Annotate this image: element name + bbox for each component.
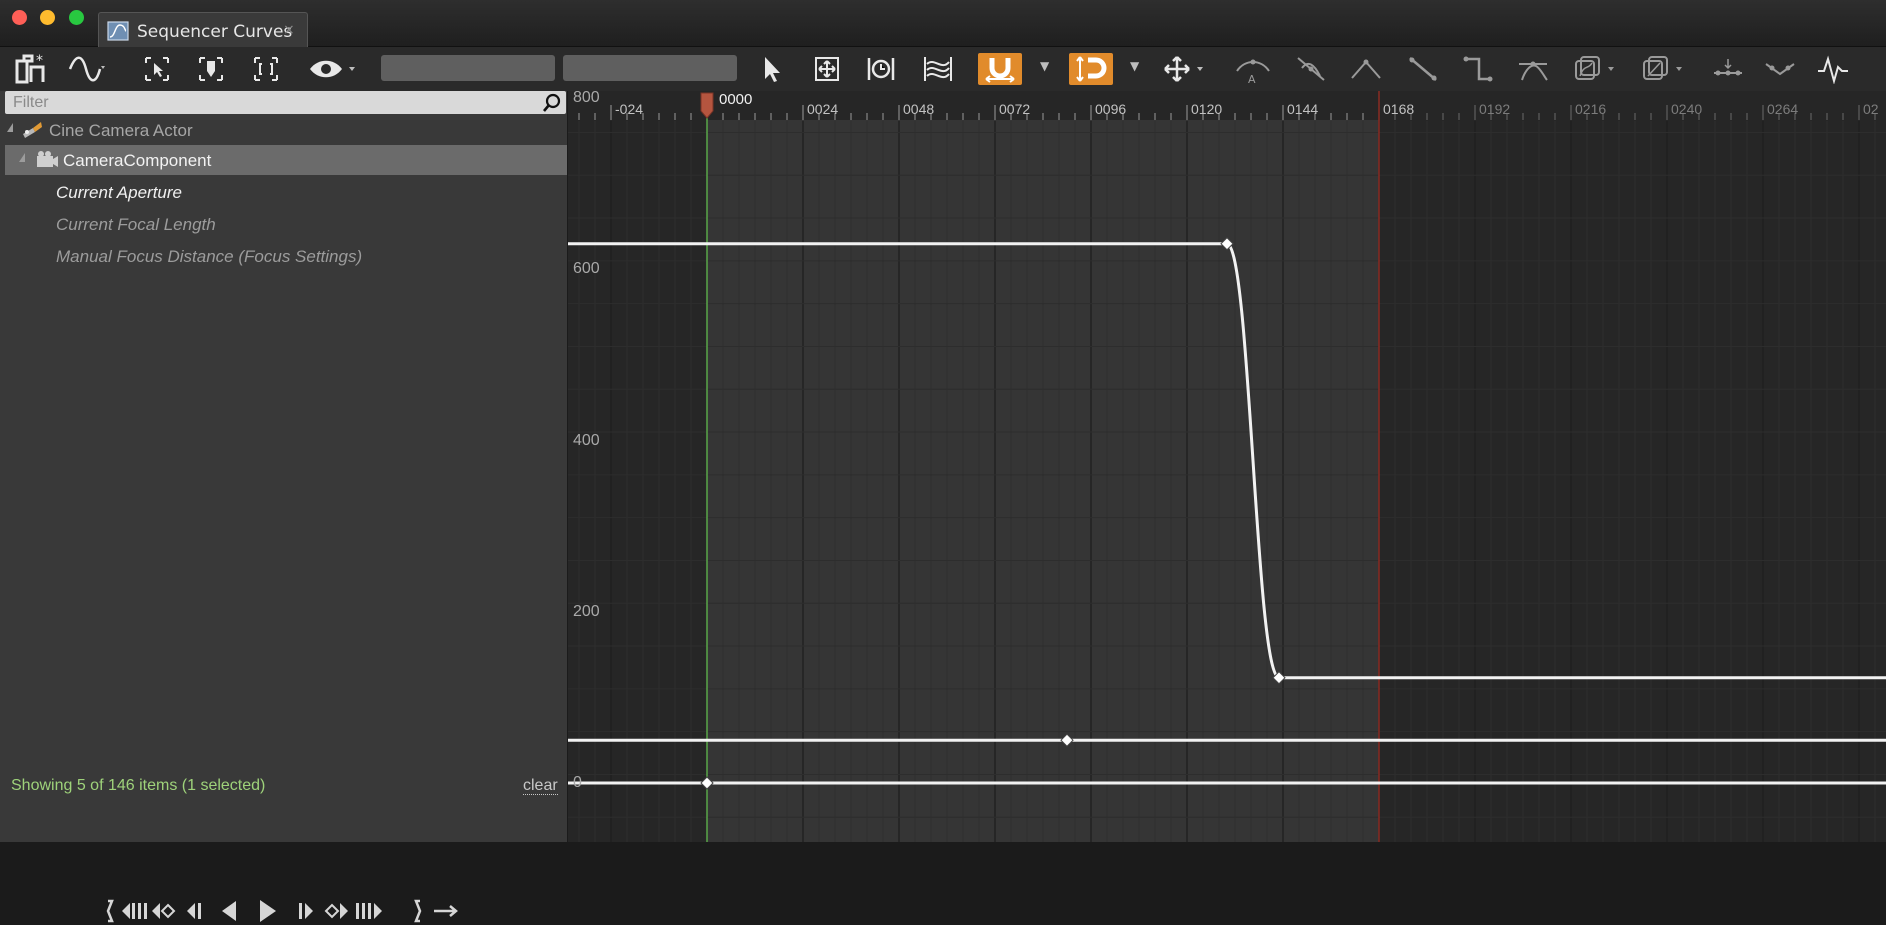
frame-label: 0024 bbox=[807, 101, 839, 117]
value-axis-label: 400 bbox=[573, 431, 600, 449]
constant-interp-icon[interactable] bbox=[1460, 53, 1496, 85]
snap-value-dropdown-icon[interactable]: ▼ bbox=[1130, 59, 1139, 73]
jump-to-start-icon[interactable] bbox=[122, 903, 147, 919]
frame-label: 0072 bbox=[999, 101, 1031, 117]
multi-curve-tool-icon[interactable] bbox=[921, 53, 955, 85]
maximize-window-button[interactable] bbox=[69, 10, 84, 25]
frame-label: -024 bbox=[615, 101, 644, 117]
close-window-button[interactable] bbox=[12, 10, 27, 25]
curve-graph-area[interactable]: -024 0024 0048 0072 0096 0120 0144 0168 0192 0216… bbox=[568, 91, 1886, 842]
play-icon[interactable] bbox=[260, 900, 276, 922]
pre-range-shade bbox=[568, 91, 707, 842]
value-axis-label: 600 bbox=[573, 260, 600, 278]
flatten-tangent-icon[interactable] bbox=[1515, 53, 1551, 85]
svg-text:A: A bbox=[1248, 73, 1256, 85]
transport-controls bbox=[106, 899, 458, 923]
camera-actor-icon bbox=[23, 122, 42, 138]
step-back-icon[interactable] bbox=[187, 903, 201, 919]
tab-sequencer-curves[interactable]: Sequencer Curves × bbox=[98, 12, 308, 49]
items-status-text: Showing 5 of 146 items (1 selected) bbox=[11, 777, 266, 794]
play-reverse-icon[interactable] bbox=[222, 901, 236, 921]
search-icon[interactable] bbox=[542, 93, 562, 113]
frame-label: 02 bbox=[1863, 101, 1879, 117]
expand-arrow-icon[interactable] bbox=[19, 153, 25, 162]
clear-selection-link[interactable]: clear bbox=[523, 778, 558, 795]
curve-editor-toolbar: * ▼ ▼ A bbox=[0, 47, 1886, 91]
tab-label: Sequencer Curves bbox=[137, 22, 293, 42]
frame-label: 0264 bbox=[1767, 101, 1799, 117]
filter-box bbox=[5, 91, 566, 114]
frame-label: 0240 bbox=[1671, 101, 1703, 117]
channel-current-focal-length[interactable]: Current Focal Length bbox=[56, 215, 216, 235]
select-tool-icon[interactable] bbox=[757, 53, 787, 85]
key-time-field[interactable] bbox=[381, 55, 555, 81]
jump-to-end-icon[interactable] bbox=[356, 903, 382, 919]
channel-manual-focus-distance[interactable]: Manual Focus Distance (Focus Settings) bbox=[56, 247, 362, 267]
value-axis-label: 0 bbox=[573, 774, 582, 791]
linear-interp-icon[interactable] bbox=[1405, 53, 1441, 85]
minimize-window-button[interactable] bbox=[40, 10, 55, 25]
value-axis-label: 800 bbox=[573, 91, 600, 107]
transform-tool-icon[interactable] bbox=[811, 53, 843, 85]
tree-item-actor[interactable]: Cine Camera Actor bbox=[5, 115, 567, 145]
select-all-keys-icon[interactable] bbox=[142, 53, 172, 85]
curve-graph-canvas[interactable] bbox=[568, 91, 1886, 842]
camera-component-icon bbox=[37, 151, 58, 167]
curve-tree-panel: Cine Camera Actor CameraComponent Curren… bbox=[0, 91, 567, 923]
go-to-end-icon[interactable] bbox=[414, 899, 422, 923]
user-tangent-icon[interactable] bbox=[1293, 53, 1329, 85]
key-value-field[interactable] bbox=[563, 55, 737, 81]
visibility-icon[interactable] bbox=[308, 53, 360, 85]
step-forward-icon[interactable] bbox=[299, 903, 313, 919]
tree-label: Cine Camera Actor bbox=[49, 121, 193, 140]
frame-label: 0168 bbox=[1383, 101, 1415, 117]
select-key-icon[interactable] bbox=[196, 53, 226, 85]
pre-infinity-icon[interactable] bbox=[1572, 53, 1622, 85]
frame-label: 0120 bbox=[1191, 101, 1223, 117]
go-to-start-icon[interactable] bbox=[106, 899, 114, 923]
retime-tool-icon[interactable] bbox=[865, 53, 897, 85]
frame-label: 0216 bbox=[1575, 101, 1607, 117]
window-title-bar: Sequencer Curves × bbox=[0, 0, 1886, 49]
previous-key-icon[interactable] bbox=[152, 903, 176, 919]
curve-editor-icon bbox=[107, 21, 129, 41]
svg-text:*: * bbox=[36, 53, 43, 69]
tree-label: CameraComponent bbox=[63, 151, 212, 170]
frame-selection-icon[interactable] bbox=[251, 53, 281, 85]
channel-current-aperture[interactable]: Current Aperture bbox=[56, 183, 182, 203]
tree-item-component[interactable]: CameraComponent bbox=[5, 145, 567, 175]
frame-label: 0144 bbox=[1287, 101, 1319, 117]
next-key-icon[interactable] bbox=[324, 903, 348, 919]
frame-label: 0096 bbox=[1095, 101, 1127, 117]
tab-close-icon[interactable]: × bbox=[283, 22, 295, 38]
break-tangent-icon[interactable] bbox=[1348, 53, 1384, 85]
value-axis-label: 200 bbox=[573, 602, 600, 620]
snap-time-dropdown-icon[interactable]: ▼ bbox=[1040, 59, 1049, 73]
auto-tangent-icon[interactable]: A bbox=[1235, 53, 1271, 85]
straighten-keys-icon[interactable] bbox=[1710, 53, 1746, 85]
playhead-label: 0000 bbox=[719, 91, 753, 108]
frame-label: 0192 bbox=[1479, 101, 1511, 117]
expand-arrow-icon[interactable] bbox=[7, 123, 13, 132]
post-range-shade bbox=[1379, 91, 1886, 842]
snap-time-icon[interactable] bbox=[978, 53, 1022, 85]
filter-input[interactable] bbox=[11, 93, 535, 113]
save-curves-icon[interactable]: * bbox=[12, 53, 48, 85]
loop-toggle-icon[interactable] bbox=[434, 905, 458, 917]
frame-label: 0048 bbox=[903, 101, 935, 117]
snap-value-icon[interactable] bbox=[1069, 53, 1113, 85]
curve-filter-icon[interactable] bbox=[68, 53, 108, 85]
curve-filter-preset-icon[interactable] bbox=[1815, 53, 1851, 85]
move-axis-icon[interactable] bbox=[1160, 53, 1210, 85]
flatten-keys-icon[interactable] bbox=[1762, 53, 1798, 85]
post-infinity-icon[interactable] bbox=[1640, 53, 1690, 85]
